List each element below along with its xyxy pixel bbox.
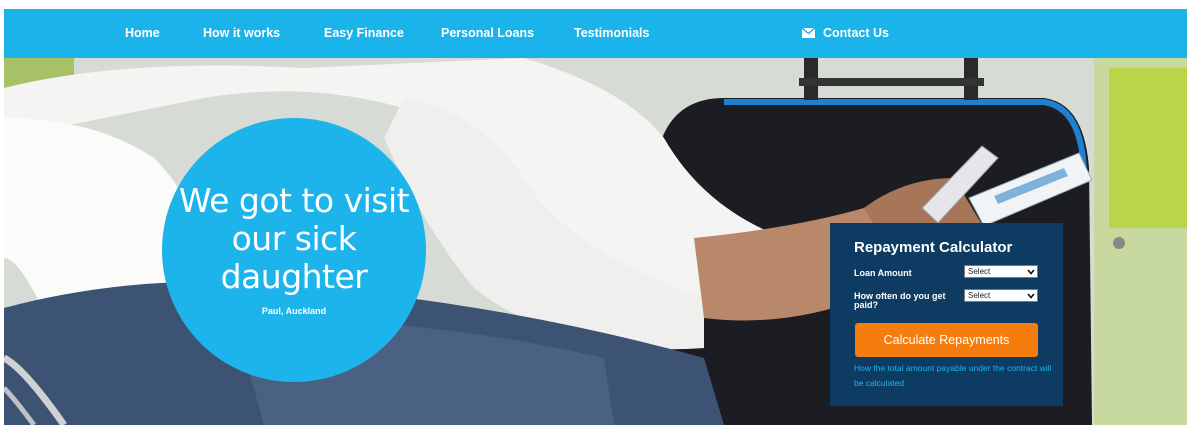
nav-testimonials[interactable]: Testimonials	[574, 9, 649, 58]
nav-contact-us[interactable]: Contact Us	[802, 9, 889, 58]
top-nav: Home How it works Easy Finance Personal …	[4, 9, 1187, 58]
pay-frequency-value: Select	[968, 291, 991, 300]
testimonial-circle: We got to visit our sick daughter Paul, …	[162, 118, 426, 382]
nav-home[interactable]: Home	[125, 9, 160, 58]
loan-amount-label: Loan Amount	[854, 268, 912, 278]
testimonial-author: Paul, Auckland	[261, 306, 327, 316]
quote-line: We got to visit	[178, 181, 410, 220]
nav-personal-loans[interactable]: Personal Loans	[441, 9, 534, 58]
calculation-info-link[interactable]: How the total amount payable under the c…	[854, 361, 1054, 391]
quote-line: daughter	[220, 257, 368, 296]
chevron-down-icon	[1027, 293, 1035, 299]
calculator-title: Repayment Calculator	[854, 239, 1013, 256]
pay-frequency-select[interactable]: Select	[964, 289, 1038, 302]
nav-easy-finance[interactable]: Easy Finance	[324, 9, 404, 58]
calculate-repayments-button[interactable]: Calculate Repayments	[855, 323, 1038, 357]
contact-us-label: Contact Us	[823, 26, 889, 40]
nav-how-it-works[interactable]: How it works	[203, 9, 280, 58]
testimonial-quote: We got to visit our sick daughter	[162, 182, 426, 296]
quote-line: our sick	[231, 219, 357, 258]
chevron-down-icon	[1027, 269, 1035, 275]
envelope-icon	[802, 27, 815, 38]
loan-amount-value: Select	[968, 267, 991, 276]
repayment-calculator: Repayment Calculator Loan Amount Select …	[830, 223, 1063, 406]
loan-amount-select[interactable]: Select	[964, 265, 1038, 278]
page: Home How it works Easy Finance Personal …	[0, 0, 1196, 425]
pay-frequency-label: How often do you get paid?	[854, 291, 946, 310]
